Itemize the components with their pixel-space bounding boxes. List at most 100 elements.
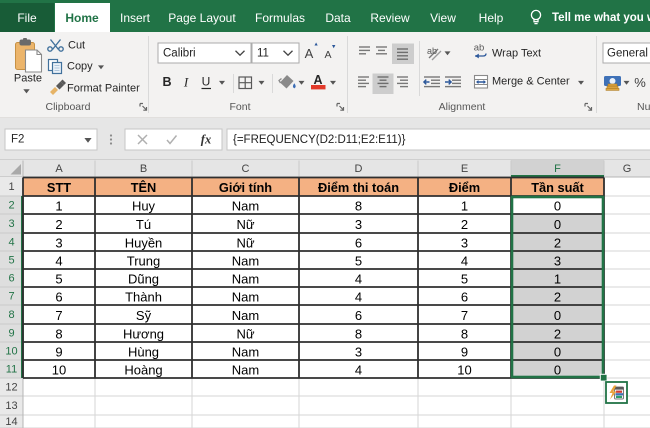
svg-text:E: E [461,163,468,175]
svg-text:2: 2 [461,217,468,232]
svg-text:10: 10 [457,363,471,378]
svg-text:ab: ab [474,43,485,54]
svg-text:10: 10 [52,363,66,378]
svg-text:Hương: Hương [123,327,164,342]
svg-text:A: A [55,163,63,175]
svg-text:0: 0 [554,345,561,360]
svg-text:13: 13 [5,400,17,412]
svg-text:7: 7 [8,291,14,303]
svg-text:8: 8 [8,309,14,321]
svg-text:Format Painter: Format Painter [67,83,140,95]
svg-text:1: 1 [554,272,561,287]
svg-text:Điểm thi toán: Điểm thi toán [318,180,399,195]
svg-text:0: 0 [554,308,561,323]
svg-text:Nam: Nam [232,345,259,360]
svg-text:3: 3 [461,236,468,251]
svg-text:U: U [202,75,211,89]
svg-text:Tú: Tú [136,217,151,232]
svg-text:2: 2 [8,200,14,212]
svg-text:Formulas: Formulas [255,11,305,25]
svg-text:1: 1 [8,181,14,193]
svg-text:Thành: Thành [125,290,162,305]
svg-text:8: 8 [355,327,362,342]
svg-text:8: 8 [461,327,468,342]
svg-text:0: 0 [554,199,561,214]
svg-text:Sỹ: Sỹ [136,308,152,323]
svg-text:6: 6 [8,273,14,285]
svg-text:3: 3 [8,218,14,230]
svg-text:2: 2 [554,236,561,251]
svg-text:Nam: Nam [232,254,259,269]
svg-text:General: General [607,48,648,60]
svg-text:Nữ: Nữ [236,327,254,342]
svg-text:F2: F2 [11,134,24,146]
svg-text:File: File [17,11,37,25]
svg-text:8: 8 [55,327,62,342]
svg-text:14: 14 [5,416,17,428]
svg-text:Merge & Center: Merge & Center [492,76,570,88]
svg-text:Hoàng: Hoàng [124,363,162,378]
svg-text:G: G [623,163,632,175]
svg-text:Page Layout: Page Layout [168,11,236,25]
svg-text:1: 1 [461,199,468,214]
svg-text:Tần suất: Tần suất [531,180,584,195]
svg-text:Insert: Insert [120,11,151,25]
svg-text:Review: Review [370,11,410,25]
svg-text:6: 6 [461,290,468,305]
svg-text:4: 4 [355,272,362,287]
svg-text:%: % [634,75,646,90]
svg-text:Tell me what you wa: Tell me what you wa [552,12,650,24]
svg-text:3: 3 [554,254,561,269]
svg-text:Copy: Copy [67,61,93,73]
svg-text:8: 8 [355,199,362,214]
svg-text:Alignment: Alignment [439,101,486,113]
svg-text:5: 5 [55,272,62,287]
svg-text:ab: ab [427,46,437,56]
svg-text:3: 3 [355,345,362,360]
svg-text:5: 5 [461,272,468,287]
svg-text:4: 4 [55,254,62,269]
svg-text:C: C [242,163,250,175]
svg-text:Nữ: Nữ [236,217,254,232]
svg-text:2: 2 [554,327,561,342]
svg-text:{=FREQUENCY(D2:D11;E2:E11)}: {=FREQUENCY(D2:D11;E2:E11)} [233,134,406,146]
svg-text:4: 4 [355,363,362,378]
svg-text:Hùng: Hùng [128,345,159,360]
svg-text:Cut: Cut [68,40,85,52]
svg-text:F: F [554,163,561,175]
svg-text:Calibri: Calibri [163,48,196,60]
svg-text:Trung: Trung [127,254,160,269]
svg-text:5: 5 [8,255,14,267]
svg-text:B: B [162,75,171,89]
svg-text:B: B [140,163,147,175]
svg-text:2: 2 [55,217,62,232]
svg-text:4: 4 [461,254,468,269]
svg-text:A: A [305,46,314,61]
svg-text:A: A [324,49,331,61]
svg-text:Nam: Nam [232,308,259,323]
svg-text:Dũng: Dũng [128,272,159,287]
svg-text:4: 4 [8,237,14,249]
svg-text:Giới tính: Giới tính [219,180,272,195]
svg-text:9: 9 [55,345,62,360]
svg-text:Nam: Nam [232,363,259,378]
svg-text:I: I [183,75,189,90]
svg-text:7: 7 [461,308,468,323]
svg-text:11: 11 [6,364,17,376]
svg-text:STT: STT [47,180,71,195]
svg-text:Clipboard: Clipboard [46,101,91,113]
svg-text:4: 4 [355,290,362,305]
svg-text:Font: Font [229,101,250,113]
svg-text:7: 7 [55,308,62,323]
svg-text:Data: Data [325,11,351,25]
svg-text:A: A [313,73,322,87]
svg-text:Paste: Paste [14,73,42,85]
svg-text:0: 0 [554,363,561,378]
svg-text:Help: Help [479,11,504,25]
svg-text:D: D [355,163,363,175]
svg-text:3: 3 [55,236,62,251]
svg-text:Wrap Text: Wrap Text [492,48,541,60]
svg-text:6: 6 [55,290,62,305]
svg-text:10: 10 [5,346,17,358]
svg-text:6: 6 [355,308,362,323]
